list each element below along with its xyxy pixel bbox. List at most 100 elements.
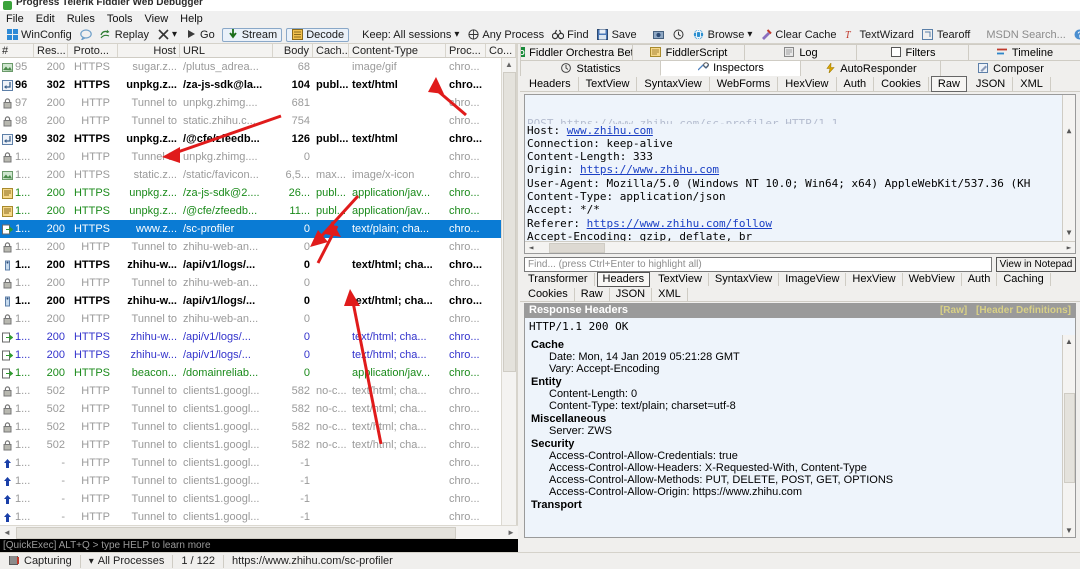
response-tab-xml[interactable]: XML (652, 287, 688, 301)
table-row[interactable]: 1... - HTTP Tunnel to clients1.googl... -1 chr… (0, 454, 516, 472)
response-scroll-up-icon[interactable]: ▲ (1063, 337, 1075, 346)
request-scroll-down-icon[interactable]: ▼ (1063, 226, 1075, 239)
tab-inspectors[interactable]: Inspectors (660, 60, 801, 76)
header-definitions-link[interactable]: [Header Definitions] (976, 305, 1071, 316)
response-tab-transformer[interactable]: Transformer (522, 273, 595, 286)
response-tab-headers[interactable]: Headers (596, 272, 651, 287)
col-header-protocol[interactable]: Proto... (68, 44, 118, 57)
table-row[interactable]: 1... 200 HTTP Tunnel to zhihu-web-an... 0 chro… (0, 238, 516, 256)
menu-rules[interactable]: Rules (67, 13, 95, 25)
col-header-result[interactable]: Res... (34, 44, 68, 57)
clear-cache-button[interactable]: Clear Cache (757, 28, 841, 42)
decode-button[interactable]: Decode (286, 27, 350, 42)
sessions-horizontal-scrollbar[interactable]: ◄ ► (0, 525, 518, 539)
col-header-content-type[interactable]: Content-Type (349, 44, 446, 57)
request-tab-textview[interactable]: TextView (579, 76, 638, 91)
go-button[interactable]: Go (182, 28, 220, 42)
table-row[interactable]: 1... 200 HTTP Tunnel to zhihu-web-an... 0 chro… (0, 274, 516, 292)
col-header-body[interactable]: Body (273, 44, 313, 57)
response-tab-cookies[interactable]: Cookies (522, 287, 575, 301)
msdn-help-button[interactable]: ? (1071, 28, 1080, 42)
menu-file[interactable]: File (6, 13, 24, 25)
table-row[interactable]: 1... - HTTP Tunnel to clients1.googl... -1 chr… (0, 508, 516, 525)
request-raw-hscrollbar[interactable]: ◄ ► (525, 241, 1075, 253)
raw-link[interactable]: [Raw] (940, 305, 967, 316)
col-header-url[interactable]: URL (180, 44, 273, 57)
scroll-right-icon[interactable]: ► (504, 528, 518, 537)
response-headers-list[interactable]: Cache Date: Mon, 14 Jan 2019 05:21:28 GMT… (524, 335, 1076, 538)
response-group-title[interactable]: Miscellaneous (531, 413, 1069, 425)
table-row[interactable]: 1... 200 HTTP Tunnel to unpkg.zhimg.... 0 chro… (0, 148, 516, 166)
textwizard-button[interactable]: T TextWizard (842, 28, 919, 42)
response-tab-auth[interactable]: Auth (962, 273, 998, 286)
request-tab-syntaxview[interactable]: SyntaxView (637, 76, 710, 91)
any-process-button[interactable]: Any Process (464, 28, 549, 42)
hscroll-track[interactable] (14, 526, 504, 539)
stream-button[interactable]: Stream (221, 27, 283, 42)
request-header-link[interactable]: www.zhihu.com (567, 124, 653, 137)
table-row[interactable]: 1... 502 HTTP Tunnel to clients1.googl... 582… (0, 400, 516, 418)
table-row[interactable]: 97 200 HTTP Tunnel to unpkg.zhimg.... 681 chro… (0, 94, 516, 112)
request-raw-vscrollbar[interactable]: ▲ ▼ (1062, 95, 1075, 241)
table-row[interactable]: 1... 200 HTTP Tunnel to zhihu-web-an... 0 chro… (0, 310, 516, 328)
table-row[interactable]: 1... 200 HTTPS zhihu-w... /api/v1/logs/... 0 t… (0, 292, 516, 310)
tab-timeline[interactable]: Timeline (968, 44, 1080, 60)
request-hscroll-left-icon[interactable]: ◄ (525, 241, 537, 253)
request-tab-webforms[interactable]: WebForms (710, 76, 779, 91)
table-row[interactable]: 1... - HTTP Tunnel to clients1.googl... -1 chr… (0, 472, 516, 490)
table-row[interactable]: 1... - HTTP Tunnel to clients1.googl... -1 chr… (0, 490, 516, 508)
table-row[interactable]: 98 200 HTTP Tunnel to static.zhihu.c... 754 ch… (0, 112, 516, 130)
keep-dropdown-caret[interactable]: ▾ (454, 29, 459, 40)
table-row[interactable]: 96 302 HTTPS unpkg.z... /za-js-sdk@la... 104 p… (0, 76, 516, 94)
comment-button[interactable] (77, 28, 97, 42)
response-tab-syntaxview[interactable]: SyntaxView (709, 273, 780, 286)
tab-filters[interactable]: Filters (856, 44, 969, 60)
tab-log[interactable]: Log (744, 44, 857, 60)
view-in-notepad-button[interactable]: View in Notepad (996, 257, 1076, 272)
browse-dropdown-caret[interactable]: ▾ (747, 29, 752, 40)
response-tab-hexview[interactable]: HexView (846, 273, 903, 286)
process-filter[interactable]: ▾ All Processes (81, 555, 173, 567)
response-tab-textview[interactable]: TextView (652, 273, 709, 286)
col-header-comments[interactable]: Co... (486, 44, 516, 57)
sessions-list[interactable]: 95 200 HTTPS sugar.z... /plutus_adrea... 68 im… (0, 58, 516, 525)
tab-fiddlerscript[interactable]: FiddlerScript (632, 44, 745, 60)
keep-sessions-button[interactable]: Keep: All sessions ▾ (359, 28, 464, 42)
request-raw-view[interactable]: POST https://www.zhihu.com/sc-profiler H… (524, 94, 1076, 254)
sessions-vertical-scrollbar[interactable]: ▲ (501, 58, 516, 525)
replay-button[interactable]: Replay (97, 28, 154, 42)
response-group-title[interactable]: Transport (531, 499, 1069, 511)
msdn-search-input[interactable]: MSDN Search... (983, 28, 1070, 42)
response-group-title[interactable]: Entity (531, 376, 1069, 388)
hscroll-thumb[interactable] (16, 526, 456, 539)
remove-dropdown-caret[interactable]: ▾ (172, 29, 177, 40)
request-tab-xml[interactable]: XML (1013, 76, 1051, 91)
response-tab-caching[interactable]: Caching (997, 273, 1051, 286)
table-row[interactable]: 1... 502 HTTP Tunnel to clients1.googl... 582… (0, 418, 516, 436)
table-row[interactable]: 95 200 HTTPS sugar.z... /plutus_adrea... 68 im… (0, 58, 516, 76)
find-input[interactable]: Find... (press Ctrl+Enter to highlight a… (524, 257, 992, 272)
response-tab-imageview[interactable]: ImageView (779, 273, 847, 286)
menu-edit[interactable]: Edit (36, 13, 55, 25)
table-row[interactable]: 1... 200 HTTPS static.z... /static/favicon..… (0, 166, 516, 184)
response-tab-json[interactable]: JSON (610, 287, 653, 301)
menu-view[interactable]: View (145, 13, 169, 25)
request-tab-hexview[interactable]: HexView (778, 76, 837, 91)
table-row[interactable]: 1... 200 HTTPS beacon... /domainreliab... 0 ap… (0, 364, 516, 382)
tab-fiddler-orchestra-beta[interactable]: FO Fiddler Orchestra Beta (520, 44, 633, 60)
save-button[interactable]: Save (594, 28, 642, 42)
tab-statistics[interactable]: Statistics (520, 60, 661, 76)
request-tab-cookies[interactable]: Cookies (874, 76, 929, 91)
response-group-title[interactable]: Cache (531, 339, 1069, 351)
col-header-num[interactable]: # (0, 44, 34, 57)
request-tab-json[interactable]: JSON (969, 76, 1014, 91)
scroll-left-icon[interactable]: ◄ (0, 528, 14, 537)
request-hscroll-right-icon[interactable]: ► (1063, 241, 1075, 253)
response-tab-raw[interactable]: Raw (575, 287, 610, 301)
timer-button[interactable] (670, 28, 690, 42)
response-tab-webview[interactable]: WebView (903, 273, 962, 286)
tab-autoresponder[interactable]: AutoResponder (800, 60, 941, 76)
capturing-status[interactable]: Capturing (0, 555, 80, 567)
response-group-title[interactable]: Security (531, 438, 1069, 450)
menu-tools[interactable]: Tools (107, 13, 133, 25)
